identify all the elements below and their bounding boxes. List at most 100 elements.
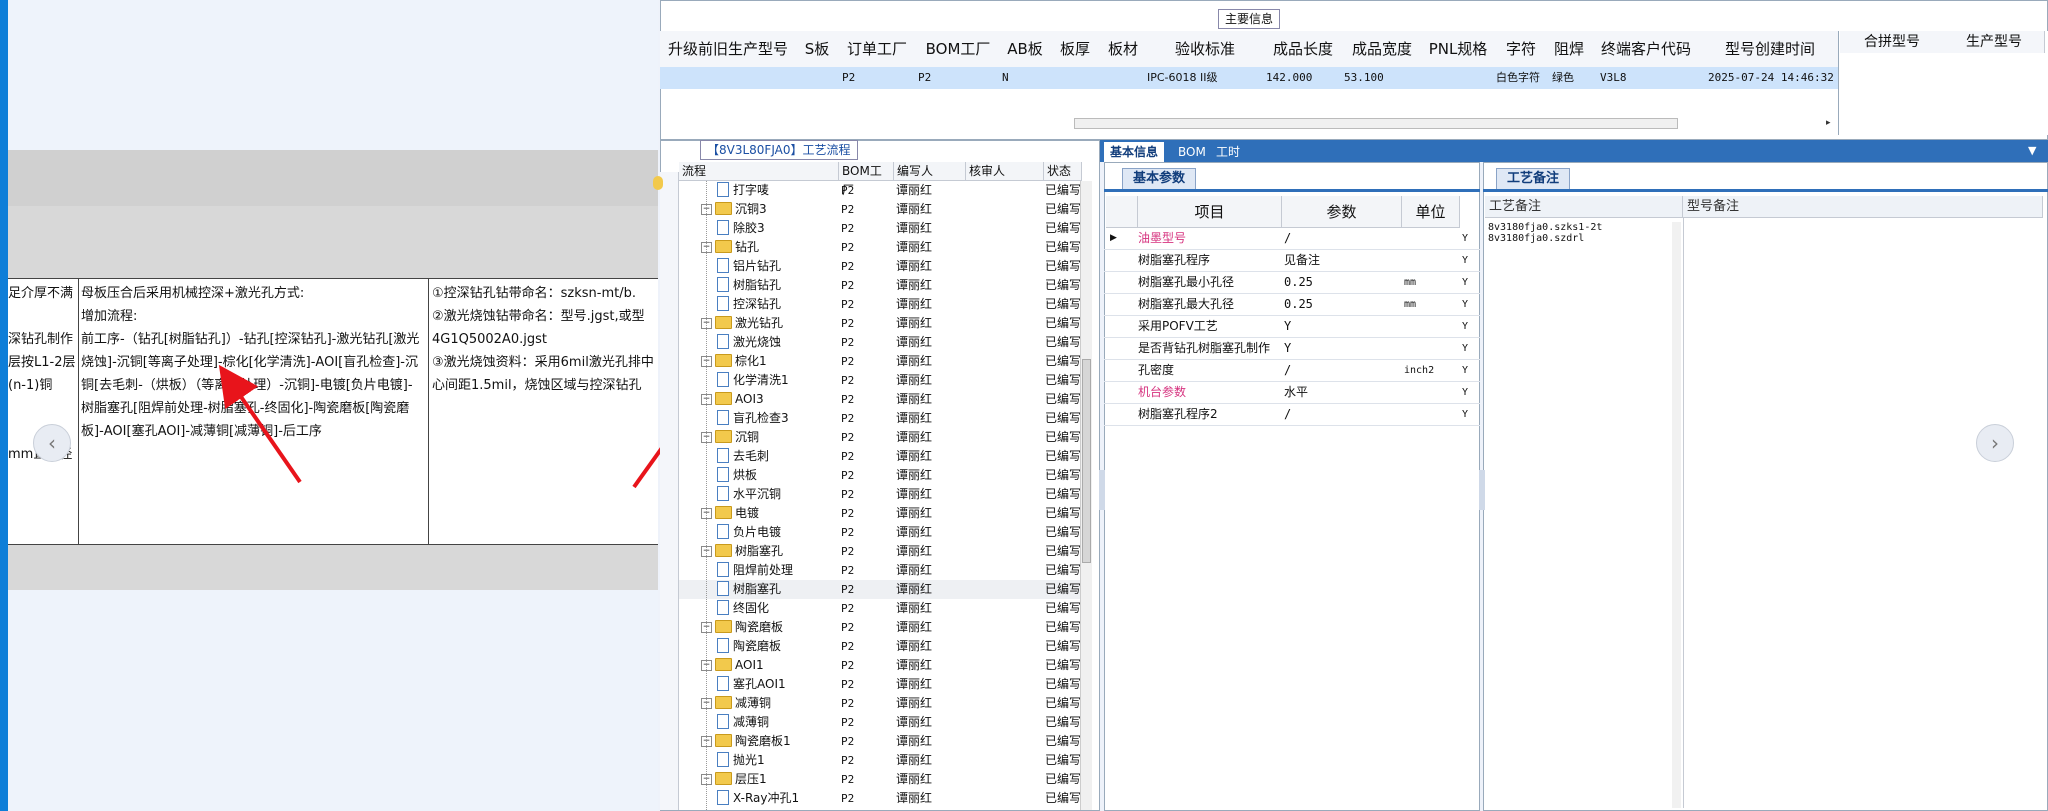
col-pnl[interactable]: PNL规格 [1422,31,1495,67]
param-col-value[interactable]: 参数 [1282,196,1402,228]
remark-col-model[interactable]: 型号备注 [1683,196,2043,218]
tree-step-row[interactable]: 树脂钻孔 P2 谭丽红 已编写 [679,276,1082,295]
tree-step-row[interactable]: 陶瓷磨板 P2 谭丽红 已编写 [679,637,1082,656]
tree-step-row[interactable]: 塞孔AOI1 P2 谭丽红 已编写 [679,675,1082,694]
col-merge-model[interactable]: 合拼型号 [1840,31,1945,53]
param-row[interactable]: 树脂塞孔程序 见备注 Y [1104,250,1480,272]
col-customer-code[interactable]: 终端客户代码 [1590,31,1703,67]
splitter-handle[interactable] [1099,470,1105,510]
tree-folder-row[interactable]: − AOI3 P2 谭丽红 已编写 [679,390,1082,409]
tree-col-process[interactable]: 流程 [679,162,839,181]
tree-step-row[interactable]: 树脂塞孔 P2 谭丽红 已编写 [679,580,1082,599]
col-material[interactable]: 板材 [1100,31,1147,67]
main-info-row-selected[interactable] [660,67,1838,89]
tree-folder-row[interactable]: − 层压1 P2 谭丽红 已编写 [679,770,1082,789]
scrollbar-thumb[interactable] [1082,359,1091,563]
tree-folder-row[interactable]: − AOI1 P2 谭丽红 已编写 [679,656,1082,675]
tree-step-row[interactable]: 控深钻孔 P2 谭丽红 已编写 [679,295,1082,314]
remark-col-process[interactable]: 工艺备注 [1485,196,1683,218]
param-value[interactable]: / [1284,404,1400,425]
col-created[interactable]: 型号创建时间 [1702,31,1839,67]
tree-step-row[interactable]: 阻焊前处理 P2 谭丽红 已编写 [679,561,1082,580]
param-row[interactable]: 是否背钻孔树脂塞孔制作 Y Y [1104,338,1480,360]
document-icon [717,296,729,311]
splitter-handle[interactable] [1479,470,1485,510]
tree-folder-row[interactable]: − 钻孔 P2 谭丽红 已编写 [679,238,1082,257]
tree-folder-row[interactable]: − 棕化1 P2 谭丽红 已编写 [679,352,1082,371]
tree-step-row[interactable]: 去毛刺 P2 谭丽红 已编写 [679,447,1082,466]
tree-step-row[interactable]: 负片电镀 P2 谭丽红 已编写 [679,523,1082,542]
col-width[interactable]: 成品宽度 [1342,31,1423,67]
param-value[interactable]: / [1284,360,1400,381]
tree-col-status[interactable]: 状态 [1044,162,1082,181]
param-row[interactable]: 油墨型号 / Y ▶ [1104,228,1480,250]
tree-step-row[interactable]: 烘板 P2 谭丽红 已编写 [679,466,1082,485]
tree-step-row[interactable]: 盲孔检查3 P2 谭丽红 已编写 [679,409,1082,428]
tree-folder-row[interactable]: − 树脂塞孔 P2 谭丽红 已编写 [679,542,1082,561]
tab-hours[interactable]: 工时 [1210,142,1246,162]
col-length[interactable]: 成品长度 [1264,31,1343,67]
collapse-handle-icon[interactable] [653,176,663,190]
col-s-board[interactable]: S板 [796,31,839,67]
param-row[interactable]: 树脂塞孔最小孔径 0.25 mm Y [1104,272,1480,294]
tree-step-row[interactable]: 打字唛 P2 谭丽红 已编写 [679,181,1082,200]
tree-vertical-scrollbar[interactable] [1080,181,1092,810]
tree-folder-row[interactable]: − 电镀 P2 谭丽红 已编写 [679,504,1082,523]
tab-bom[interactable]: BOM [1172,142,1212,162]
param-value[interactable]: 水平 [1284,382,1400,403]
tree-folder-row[interactable]: − 激光钻孔 P2 谭丽红 已编写 [679,314,1082,333]
tree-step-row[interactable]: 抛光1 P2 谭丽红 已编写 [679,751,1082,770]
tree-step-row[interactable]: 水平沉铜 P2 谭丽红 已编写 [679,485,1082,504]
tree-folder-row[interactable]: − 陶瓷磨板1 P2 谭丽红 已编写 [679,732,1082,751]
tree-col-reviewer[interactable]: 核审人 [966,162,1044,181]
param-col-item[interactable]: 项目 [1138,196,1282,228]
remark-scrollbar[interactable] [1672,222,1681,808]
tree-node: 树脂塞孔 [717,580,781,599]
col-ab-board[interactable]: AB板 [1000,31,1051,67]
subtab-basic-params[interactable]: 基本参数 [1122,168,1197,189]
param-row[interactable]: 孔密度 / inch2 Y [1104,360,1480,382]
param-row[interactable]: 树脂塞孔最大孔径 0.25 mm Y [1104,294,1480,316]
param-row[interactable]: 采用POFV工艺 Y Y [1104,316,1480,338]
tree-node: 减薄铜 [717,713,769,732]
horizontal-scrollbar[interactable] [1074,118,1678,129]
tree-step-row[interactable]: 除胶3 P2 谭丽红 已编写 [679,219,1082,238]
col-order-factory[interactable]: 订单工厂 [838,31,917,67]
col-bom-factory[interactable]: BOM工厂 [916,31,1001,67]
tree-step-row[interactable]: 激光烧蚀 P2 谭丽红 已编写 [679,333,1082,352]
param-value[interactable]: / [1284,228,1400,249]
param-value[interactable]: Y [1284,316,1400,337]
tree-folder-row[interactable]: − 减薄铜 P2 谭丽红 已编写 [679,694,1082,713]
tree-folder-row[interactable]: − 沉铜 P2 谭丽红 已编写 [679,428,1082,447]
param-value[interactable]: 0.25 [1284,294,1400,315]
col-solder-mask[interactable]: 阻焊 [1548,31,1591,67]
tree-step-row[interactable]: 终固化 P2 谭丽红 已编写 [679,599,1082,618]
document-icon [717,714,729,729]
tree-col-bom-factory[interactable]: BOM工厂 [839,162,894,197]
tree-step-row[interactable]: X-Ray冲孔1 P2 谭丽红 已编写 [679,789,1082,808]
tree-step-row[interactable]: 铝片钻孔 P2 谭丽红 已编写 [679,257,1082,276]
col-old-model[interactable]: 升级前旧生产型号 [660,31,797,67]
tree-col-writer[interactable]: 编写人 [894,162,966,181]
param-value[interactable]: 0.25 [1284,272,1400,293]
col-production-model[interactable]: 生产型号 [1944,31,2045,53]
tree-node: 控深钻孔 [717,295,781,314]
tree-folder-row[interactable]: − 沉铜3 P2 谭丽红 已编写 [679,200,1082,219]
col-thickness[interactable]: 板厚 [1050,31,1101,67]
tree-step-row[interactable]: 化学清洗1 P2 谭丽红 已编写 [679,371,1082,390]
tree-node-label: 沉铜3 [735,202,767,216]
tree-step-row[interactable]: 减薄铜 P2 谭丽红 已编写 [679,713,1082,732]
tree-folder-row[interactable]: − 陶瓷磨板 P2 谭丽红 已编写 [679,618,1082,637]
param-row[interactable]: 树脂塞孔程序2 / Y [1104,404,1480,426]
scroll-right-icon[interactable]: ▸ [1826,118,1836,129]
next-page-button[interactable]: › [1976,424,2014,462]
param-col-unit[interactable]: 单位 [1402,196,1460,228]
tab-basic-info[interactable]: 基本信息 [1104,142,1165,162]
tab-dropdown-icon[interactable]: ▼ [2028,144,2036,157]
col-acceptance-std[interactable]: 验收标准 [1146,31,1265,67]
param-value[interactable]: 见备注 [1284,250,1400,271]
param-row[interactable]: 机台参数 水平 Y [1104,382,1480,404]
col-character[interactable]: 字符 [1494,31,1549,67]
subtab-process-remarks[interactable]: 工艺备注 [1496,168,1571,189]
param-value[interactable]: Y [1284,338,1400,359]
